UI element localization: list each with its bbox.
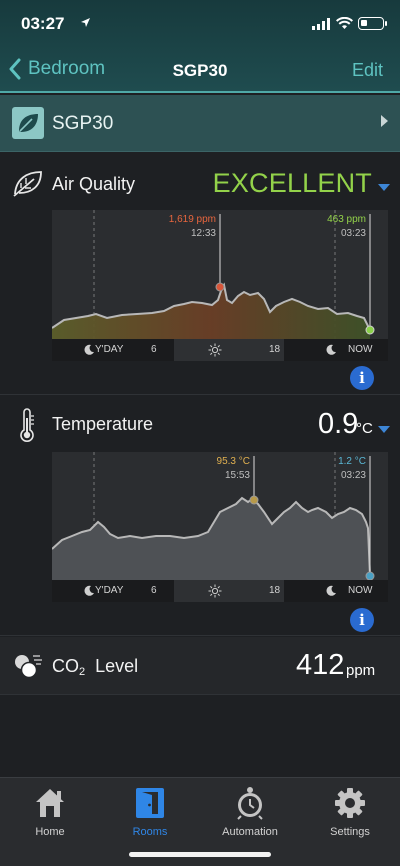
sun-icon (208, 343, 222, 357)
air-quality-info-button[interactable]: i (350, 366, 374, 390)
moon-icon (326, 344, 336, 355)
automation-clock-icon (233, 786, 267, 820)
co2-label-main: CO (52, 656, 79, 676)
home-icon (33, 786, 67, 820)
aq-peak-annotation: 1,619 ppm 12:33 (160, 214, 216, 239)
leaf-icon (13, 171, 42, 197)
thermometer-icon (20, 408, 34, 442)
air-quality-chart[interactable]: 1,619 ppm 12:33 463 ppm 03:23 Y'DAY 6 18… (51, 210, 388, 361)
sun-icon (208, 584, 222, 598)
temperature-value[interactable]: 0.9 (318, 408, 358, 441)
tab-automation[interactable]: Automation (210, 786, 290, 838)
co2-label-sub: 2 (79, 666, 86, 678)
status-time: 03:27 (21, 14, 65, 33)
chart-plot-area: 1,619 ppm 12:33 463 ppm 03:23 (51, 210, 388, 339)
temperature-label: Temperature (52, 414, 154, 434)
co2-unit: ppm (346, 662, 376, 679)
aq-axis-yday: Y'DAY (95, 344, 124, 355)
temp-timeline-axis: Y'DAY 6 18 NOW (52, 580, 388, 602)
co2-value: 412 (296, 649, 345, 681)
temp-axis-6: 6 (151, 585, 157, 596)
aq-current-value: 463 ppm (327, 214, 366, 225)
aq-axis-18: 18 (269, 344, 281, 355)
tab-settings-label: Settings (330, 826, 370, 838)
device-row[interactable]: SGP30 (0, 95, 400, 152)
co2-label: CO2 Level (52, 656, 138, 678)
moon-icon (84, 585, 94, 596)
co2-section: CO2 Level 412 ppm (0, 637, 400, 695)
location-arrow-icon (81, 18, 90, 27)
air-quality-label: Air Quality (52, 174, 136, 194)
aq-timeline-axis: Y'DAY 6 18 NOW (52, 339, 388, 361)
tab-rooms-label: Rooms (132, 826, 168, 838)
header: 03:27 Bedroom SGP30 Edit (0, 0, 400, 93)
settings-gear-icon (333, 786, 367, 820)
tab-automation-label: Automation (222, 826, 278, 838)
co2-label-rest: Level (95, 656, 139, 676)
temp-axis-yday: Y'DAY (95, 585, 124, 596)
status-bar: 03:27 (0, 0, 400, 44)
chart-plot-area: 95.3 °C 15:53 1.2 °C 03:23 (51, 452, 388, 581)
temp-peak-value: 95.3 °C (216, 456, 250, 467)
rooms-door-icon (133, 786, 167, 820)
battery-icon (358, 17, 387, 30)
temp-peak-annotation: 95.3 °C 15:53 (200, 456, 250, 481)
temp-peak-time: 15:53 (224, 470, 250, 481)
tab-rooms[interactable]: Rooms (110, 786, 190, 838)
aq-axis-6: 6 (151, 344, 157, 355)
aq-current-time: 03:23 (340, 228, 366, 239)
temperature-unit: °C (356, 420, 373, 437)
temperature-info-button[interactable]: i (350, 608, 374, 632)
device-leaf-icon (12, 107, 44, 139)
wifi-icon (336, 17, 353, 29)
caret-down-icon[interactable] (378, 184, 390, 191)
moon-icon (326, 585, 336, 596)
edit-button[interactable]: Edit (352, 60, 383, 81)
chevron-right-icon (381, 115, 388, 127)
aq-axis-now: NOW (348, 344, 373, 355)
caret-down-icon[interactable] (378, 426, 390, 433)
moon-icon (84, 344, 94, 355)
device-name: SGP30 (52, 113, 114, 134)
temp-current-time: 03:23 (340, 470, 366, 481)
cellular-signal-icon (312, 18, 330, 30)
temperature-chart[interactable]: 95.3 °C 15:53 1.2 °C 03:23 Y'DAY 6 18 NO… (51, 452, 388, 602)
co2-bubbles-icon (15, 655, 42, 679)
tab-home-label: Home (35, 826, 65, 838)
temp-axis-18: 18 (269, 585, 281, 596)
air-quality-value[interactable]: EXCELLENT (213, 168, 372, 199)
temp-current-value: 1.2 °C (338, 456, 366, 467)
temp-axis-now: NOW (348, 585, 373, 596)
home-indicator[interactable] (129, 852, 271, 857)
page-title: SGP30 (172, 61, 228, 80)
aq-peak-value: 1,619 ppm (168, 214, 216, 225)
tab-settings[interactable]: Settings (310, 786, 390, 838)
aq-peak-time: 12:33 (190, 228, 216, 239)
tab-home[interactable]: Home (10, 786, 90, 838)
temp-current-annotation: 1.2 °C 03:23 (318, 456, 366, 481)
aq-current-annotation: 463 ppm 03:23 (318, 214, 366, 239)
